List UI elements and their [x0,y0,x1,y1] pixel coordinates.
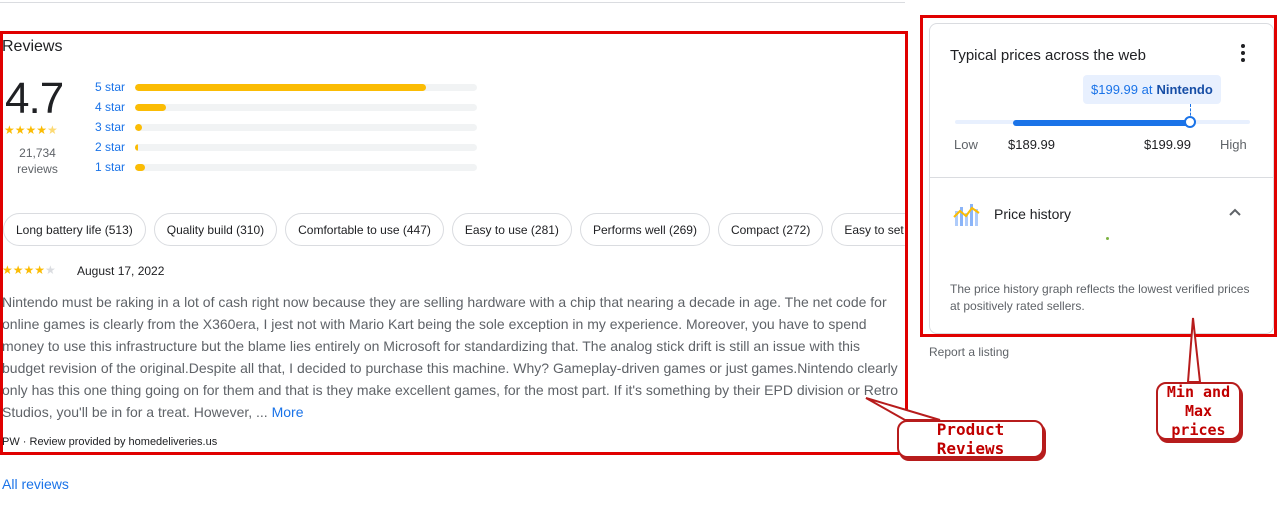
prices-callout-pointer [1186,317,1202,383]
reviews-callout-pointer [865,397,941,421]
prices-callout-line: prices [1171,420,1226,439]
prices-callout-line: Min and [1166,382,1231,401]
prices-callout: Min and Max prices [1156,382,1241,440]
callout-pointers [865,317,1202,421]
reviews-callout: Product Reviews [897,420,1044,458]
prices-callout-line: Max [1184,401,1213,420]
